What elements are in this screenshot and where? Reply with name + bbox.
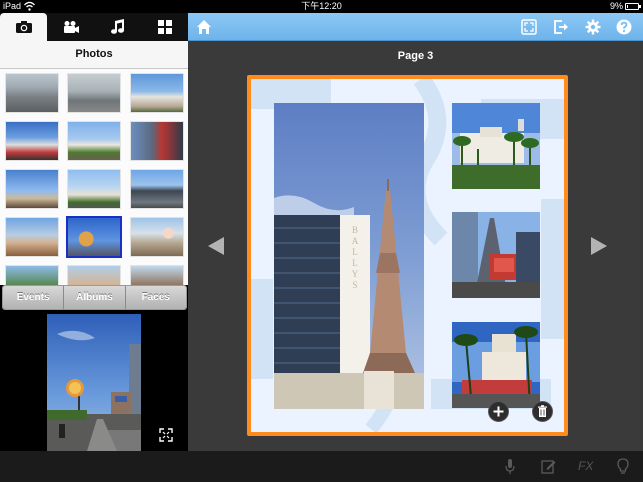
fx-button[interactable]: FX	[578, 459, 593, 473]
settings-icon[interactable]	[585, 19, 601, 35]
next-page-arrow-icon[interactable]	[590, 236, 608, 256]
battery-icon	[625, 3, 641, 10]
page-photo-large[interactable]: B A L L Y S	[274, 103, 424, 409]
photo-thumbnail[interactable]	[5, 121, 59, 161]
photos-panel-title: Photos	[0, 41, 188, 69]
photo-thumbnail[interactable]	[130, 169, 184, 209]
page-title: Page 3	[397, 50, 434, 62]
photo-thumbnail[interactable]	[5, 265, 59, 285]
photo-thumbnail[interactable]	[130, 217, 184, 257]
preview-image	[47, 314, 141, 451]
page-photo-bottom[interactable]	[452, 322, 540, 408]
selected-photo-preview[interactable]	[47, 314, 141, 451]
media-browser-panel: Photos Events Albums Faces	[0, 13, 188, 451]
tab-videos[interactable]	[47, 13, 94, 41]
plus-icon	[493, 406, 504, 417]
music-icon	[110, 19, 124, 34]
media-type-tabs	[0, 13, 188, 41]
fullscreen-icon[interactable]	[159, 428, 173, 442]
lightbulb-icon[interactable]	[617, 458, 629, 475]
albums-button[interactable]: Albums	[64, 286, 126, 309]
fit-screen-icon[interactable]	[521, 19, 537, 35]
grid-icon	[157, 20, 172, 34]
video-icon	[63, 21, 79, 33]
app-root: iPad 下午12:20 9% Photos Events Albums Fac…	[0, 0, 643, 482]
svg-text:L: L	[352, 258, 358, 268]
home-icon[interactable]	[196, 19, 212, 35]
album-page-canvas: B A L L Y S	[251, 79, 564, 432]
tab-grid[interactable]	[141, 13, 188, 41]
battery-fill	[627, 5, 628, 8]
tab-music[interactable]	[94, 13, 141, 41]
photo-thumbnail[interactable]	[67, 121, 121, 161]
tab-photos[interactable]	[0, 13, 47, 41]
microphone-icon[interactable]	[505, 459, 515, 475]
battery-percent: 9%	[609, 1, 623, 11]
camera-icon	[15, 21, 32, 33]
photo-thumbnail-grid	[0, 69, 188, 285]
trash-icon	[538, 405, 547, 417]
status-time: 下午12:20	[301, 1, 342, 11]
photo-thumbnail[interactable]	[130, 121, 184, 161]
photo-thumbnail[interactable]	[67, 169, 121, 209]
photo-thumbnail[interactable]	[130, 73, 184, 113]
svg-text:L: L	[352, 247, 358, 257]
photo-thumbnail[interactable]	[5, 73, 59, 113]
page-photo-middle[interactable]	[452, 212, 540, 298]
photo-source-segmented-control: Events Albums Faces	[2, 285, 187, 310]
photo-thumbnail[interactable]	[130, 265, 184, 285]
help-icon[interactable]	[616, 19, 632, 35]
palm-building-photo	[452, 322, 540, 408]
svg-text:Y: Y	[352, 269, 359, 279]
album-page[interactable]: B A L L Y S	[247, 75, 568, 436]
photo-thumbnail-selected[interactable]	[66, 216, 122, 258]
eiffel-tower-photo: B A L L Y S	[274, 103, 424, 409]
tower-street-photo	[452, 212, 540, 298]
photo-thumbnail[interactable]	[5, 169, 59, 209]
events-button[interactable]: Events	[3, 286, 65, 309]
export-icon[interactable]	[553, 19, 569, 35]
photo-thumbnail[interactable]	[5, 217, 59, 257]
editor-toolbar	[188, 13, 643, 41]
add-photo-button[interactable]	[488, 401, 509, 422]
hotel-palms-photo	[452, 103, 540, 189]
edit-icon[interactable]	[541, 459, 556, 474]
photo-thumbnail[interactable]	[67, 265, 121, 285]
delete-photo-button[interactable]	[532, 401, 553, 422]
svg-text:B: B	[352, 225, 358, 235]
faces-button[interactable]: Faces	[125, 286, 186, 309]
page-photo-top[interactable]	[452, 103, 540, 189]
svg-text:S: S	[352, 280, 357, 290]
previous-page-arrow-icon[interactable]	[207, 236, 225, 256]
photo-thumbnail[interactable]	[67, 73, 121, 113]
status-bar: iPad 下午12:20 9%	[0, 0, 643, 13]
svg-text:A: A	[352, 236, 359, 246]
